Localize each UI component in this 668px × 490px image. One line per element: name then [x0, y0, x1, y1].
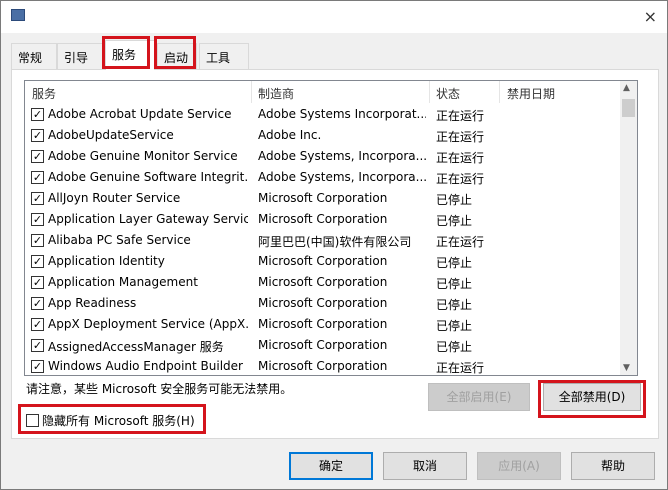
table-row[interactable]: ✓ Application Identity Microsoft Corpora… — [25, 251, 621, 272]
column-status[interactable]: 状态 — [436, 85, 460, 102]
tab-2[interactable]: 服务 — [105, 40, 155, 70]
service-status: 已停止 — [436, 193, 473, 207]
service-name: Alibaba PC Safe Service — [48, 233, 191, 247]
service-status: 正在运行 — [436, 235, 485, 249]
service-name: AdobeUpdateService — [48, 128, 174, 142]
disable-all-button[interactable]: 全部禁用(D) — [543, 383, 641, 411]
table-row[interactable]: ✓ AllJoyn Router Service Microsoft Corpo… — [25, 188, 621, 209]
tab-3[interactable]: 启动 — [157, 43, 197, 69]
list-header: 服务 制造商 状态 禁用日期 — [25, 81, 621, 103]
service-checkbox[interactable]: ✓ — [31, 318, 44, 331]
checkbox-box[interactable] — [26, 414, 39, 427]
service-checkbox[interactable]: ✓ — [31, 297, 44, 310]
service-name: Application Layer Gateway Service — [48, 212, 248, 226]
ok-button[interactable]: 确定 — [289, 452, 373, 480]
apply-button[interactable]: 应用(A) — [477, 452, 561, 480]
hide-microsoft-services-checkbox[interactable]: 隐藏所有 Microsoft 服务(H) — [26, 412, 195, 429]
title-bar: × — [1, 1, 667, 33]
service-status: 已停止 — [436, 340, 473, 354]
app-icon — [11, 9, 25, 21]
service-name: App Readiness — [48, 296, 137, 310]
service-checkbox[interactable]: ✓ — [31, 129, 44, 142]
service-checkbox[interactable]: ✓ — [31, 234, 44, 247]
tab-1[interactable]: 引导 — [57, 43, 105, 69]
column-service[interactable]: 服务 — [32, 85, 56, 102]
table-row[interactable]: ✓ App Readiness Microsoft Corporation 已停… — [25, 293, 621, 314]
table-row[interactable]: ✓ AssignedAccessManager 服务 Microsoft Cor… — [25, 335, 621, 356]
service-status: 正在运行 — [436, 361, 485, 375]
service-status: 正在运行 — [436, 151, 485, 165]
service-vendor: 阿里巴巴(中国)软件有限公司 — [258, 235, 412, 249]
service-checkbox[interactable]: ✓ — [31, 339, 44, 352]
close-icon[interactable]: × — [644, 7, 657, 26]
service-status: 已停止 — [436, 214, 473, 228]
service-vendor: Adobe Systems, Incorpora... — [258, 170, 426, 184]
scroll-thumb[interactable] — [622, 99, 635, 117]
service-vendor: Microsoft Corporation — [258, 275, 388, 289]
service-checkbox[interactable]: ✓ — [31, 108, 44, 121]
service-vendor: Microsoft Corporation — [258, 359, 388, 373]
scroll-up-icon[interactable]: ▲ — [623, 83, 630, 93]
service-status: 正在运行 — [436, 172, 485, 186]
service-status: 已停止 — [436, 298, 473, 312]
service-checkbox[interactable]: ✓ — [31, 192, 44, 205]
service-checkbox[interactable]: ✓ — [31, 255, 44, 268]
tab-0[interactable]: 常规 — [11, 43, 57, 69]
service-checkbox[interactable]: ✓ — [31, 360, 44, 373]
help-button[interactable]: 帮助 — [571, 452, 655, 480]
service-vendor: Microsoft Corporation — [258, 254, 388, 268]
service-status: 正在运行 — [436, 130, 485, 144]
table-row[interactable]: ✓ Adobe Genuine Monitor Service Adobe Sy… — [25, 146, 621, 167]
service-checkbox[interactable]: ✓ — [31, 213, 44, 226]
service-name: Application Identity — [48, 254, 165, 268]
enable-all-button[interactable]: 全部启用(E) — [428, 383, 530, 411]
service-vendor: Microsoft Corporation — [258, 296, 388, 310]
service-name: AllJoyn Router Service — [48, 191, 181, 205]
table-row[interactable]: ✓ Application Management Microsoft Corpo… — [25, 272, 621, 293]
table-row[interactable]: ✓ AppX Deployment Service (AppX... Micro… — [25, 314, 621, 335]
service-name: AppX Deployment Service (AppX... — [48, 317, 248, 331]
table-row[interactable]: ✓ Adobe Acrobat Update Service Adobe Sys… — [25, 104, 621, 125]
service-vendor: Adobe Inc. — [258, 128, 322, 142]
services-list[interactable]: 服务 制造商 状态 禁用日期 ✓ Adobe Acrobat Update Se… — [24, 80, 638, 376]
table-row[interactable]: ✓ Alibaba PC Safe Service 阿里巴巴(中国)软件有限公司… — [25, 230, 621, 251]
scroll-down-icon[interactable]: ▼ — [623, 363, 630, 373]
service-name: Adobe Genuine Monitor Service — [48, 149, 238, 163]
service-name: Adobe Acrobat Update Service — [48, 107, 232, 121]
service-status: 已停止 — [436, 256, 473, 270]
service-vendor: Microsoft Corporation — [258, 212, 388, 226]
table-row[interactable]: ✓ Windows Audio Endpoint Builder Microso… — [25, 356, 621, 375]
table-row[interactable]: ✓ Application Layer Gateway Service Micr… — [25, 209, 621, 230]
service-checkbox[interactable]: ✓ — [31, 171, 44, 184]
service-status: 已停止 — [436, 319, 473, 333]
table-row[interactable]: ✓ Adobe Genuine Software Integrit... Ado… — [25, 167, 621, 188]
hide-microsoft-services-label: 隐藏所有 Microsoft 服务(H) — [42, 414, 195, 428]
service-vendor: Adobe Systems, Incorpora... — [258, 149, 426, 163]
service-vendor: Microsoft Corporation — [258, 317, 388, 331]
service-vendor: Adobe Systems Incorporat... — [258, 107, 426, 121]
service-vendor: Microsoft Corporation — [258, 338, 388, 352]
service-status: 正在运行 — [436, 109, 485, 123]
table-row[interactable]: ✓ AdobeUpdateService Adobe Inc. 正在运行 — [25, 125, 621, 146]
tab-4[interactable]: 工具 — [199, 43, 249, 69]
service-checkbox[interactable]: ✓ — [31, 276, 44, 289]
service-vendor: Microsoft Corporation — [258, 191, 388, 205]
service-status: 已停止 — [436, 277, 473, 291]
column-vendor[interactable]: 制造商 — [258, 85, 294, 102]
cancel-button[interactable]: 取消 — [383, 452, 467, 480]
vertical-scrollbar[interactable]: ▲ ▼ — [620, 81, 637, 375]
service-name: Application Management — [48, 275, 198, 289]
warning-note: 请注意，某些 Microsoft 安全服务可能无法禁用。 — [26, 382, 293, 396]
service-name: Windows Audio Endpoint Builder — [48, 359, 243, 373]
column-disabled-date[interactable]: 禁用日期 — [507, 85, 555, 102]
service-name: AssignedAccessManager 服务 — [48, 340, 224, 354]
service-checkbox[interactable]: ✓ — [31, 150, 44, 163]
service-name: Adobe Genuine Software Integrit... — [48, 170, 248, 184]
